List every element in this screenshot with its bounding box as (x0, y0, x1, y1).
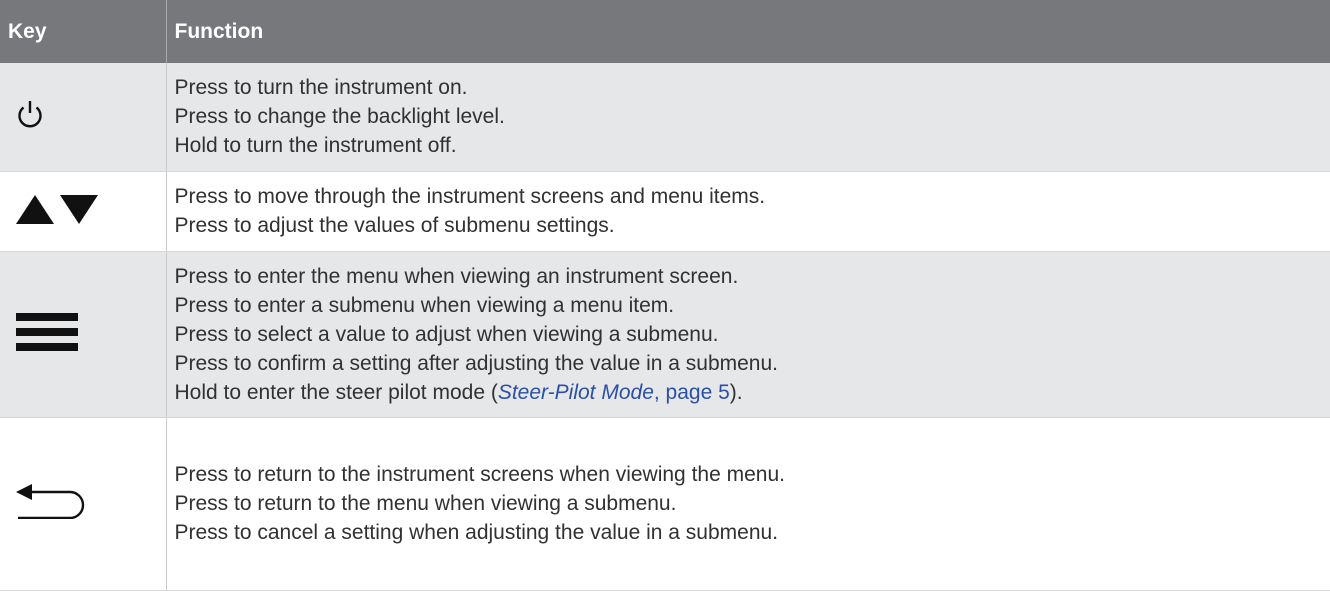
steer-pilot-mode-link[interactable]: Steer-Pilot Mode, page 5 (498, 381, 730, 404)
key-cell (0, 251, 166, 417)
table-row-power-key: Press to turn the instrument on. Press t… (0, 63, 1330, 171)
function-cell: Press to return to the instrument screen… (166, 417, 1330, 590)
table-header-row: Key Function (0, 0, 1330, 63)
back-icon (16, 483, 166, 524)
function-cell: Press to move through the instrument scr… (166, 171, 1330, 251)
function-line: Press to enter a submenu when viewing a … (175, 291, 1330, 320)
function-line: Press to return to the instrument screen… (175, 460, 1330, 489)
table-row-arrow-keys: Press to move through the instrument scr… (0, 171, 1330, 251)
function-line: Press to return to the menu when viewing… (175, 489, 1330, 518)
down-arrow-icon (60, 195, 98, 224)
function-cell: Press to enter the menu when viewing an … (166, 251, 1330, 417)
xref-suffix-text: ). (730, 381, 743, 404)
table-row-menu-key: Press to enter the menu when viewing an … (0, 251, 1330, 417)
table-row-back-key: Press to return to the instrument screen… (0, 417, 1330, 590)
key-column-header: Key (0, 0, 166, 63)
function-line-with-xref: Hold to enter the steer pilot mode (Stee… (175, 378, 1330, 407)
power-icon (16, 98, 166, 135)
xref-prefix-text: Hold to enter the steer pilot mode ( (175, 381, 498, 404)
xref-title: Steer-Pilot Mode (498, 381, 654, 404)
function-column-header: Function (166, 0, 1330, 63)
function-cell: Press to turn the instrument on. Press t… (166, 63, 1330, 171)
function-line: Hold to turn the instrument off. (175, 131, 1330, 160)
function-line: Press to move through the instrument scr… (175, 182, 1330, 211)
key-cell (0, 417, 166, 590)
function-line: Press to adjust the values of submenu se… (175, 211, 1330, 240)
function-line: Press to confirm a setting after adjusti… (175, 349, 1330, 378)
up-down-arrows-icon (16, 194, 166, 229)
xref-page: , page 5 (654, 381, 730, 404)
function-line: Press to change the backlight level. (175, 102, 1330, 131)
function-line: Press to select a value to adjust when v… (175, 320, 1330, 349)
key-function-table: Key Function Press to turn the instrumen… (0, 0, 1330, 591)
menu-icon (16, 313, 166, 356)
function-line: Press to turn the instrument on. (175, 73, 1330, 102)
key-cell (0, 63, 166, 171)
key-cell (0, 171, 166, 251)
function-line: Press to enter the menu when viewing an … (175, 262, 1330, 291)
function-line: Press to cancel a setting when adjusting… (175, 518, 1330, 547)
up-arrow-icon (16, 195, 54, 224)
